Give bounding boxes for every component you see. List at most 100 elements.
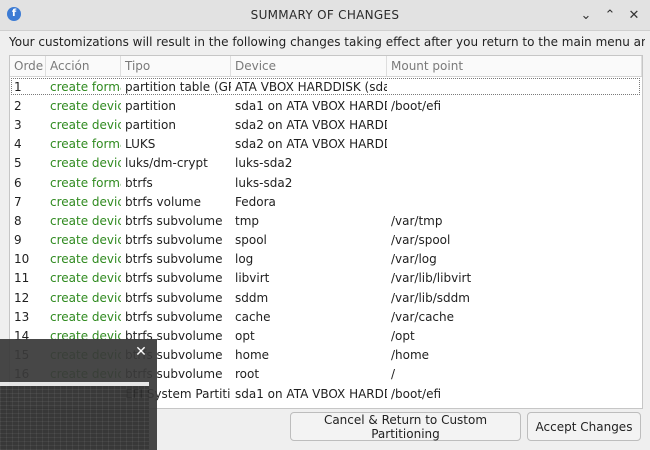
table-row[interactable]: 9 create device btrfs subvolume spool/var/s… — [10, 231, 642, 250]
screenshot-thumbnail[interactable] — [0, 382, 149, 450]
window-controls: ⌄ ⌃ ✕ — [576, 5, 644, 25]
cell-action: create device — [50, 309, 121, 324]
cell-device: sda1 on ATA VBOX HARDDISK — [235, 386, 387, 401]
cell-order: 11 — [14, 271, 30, 286]
cell-order: 2 — [14, 98, 22, 113]
cell-device: libvirt — [235, 271, 270, 286]
cell-action: create device — [50, 290, 121, 305]
cell-device: cache — [235, 309, 271, 324]
cell-device: sda2 on ATA VBOX HARDDISK — [235, 117, 387, 132]
cell-mount-point: /boot/efi — [391, 98, 442, 113]
cell-action: create device — [50, 213, 121, 228]
cell-type: btrfs subvolume — [125, 213, 223, 228]
table-row[interactable]: 10 create device btrfs subvolume log/var/lo… — [10, 250, 642, 269]
cell-mount-point: /var/lib/sddm — [391, 290, 470, 305]
cell-action: create device — [50, 117, 121, 132]
table-row[interactable]: 3 create device partition sda2 on ATA VBOX … — [10, 115, 642, 134]
column-header-mount-point[interactable]: Mount point — [387, 56, 642, 76]
column-header-action[interactable]: Acción — [46, 56, 121, 76]
cell-type: btrfs subvolume — [125, 309, 223, 324]
cell-action: create device — [50, 156, 121, 171]
summary-message: Your customizations will result in the f… — [9, 35, 645, 49]
table-row[interactable]: 2 create device partition sda1 on ATA VBOX … — [10, 96, 642, 115]
cell-mount-point: /home — [391, 348, 430, 363]
column-header-order[interactable]: Orde — [10, 56, 46, 76]
cancel-return-button[interactable]: Cancel & Return to Custom Partitioning — [290, 412, 521, 441]
table-row[interactable]: 11 create device btrfs subvolume libvirt/va… — [10, 269, 642, 288]
thumbnail-titlebar — [0, 382, 149, 386]
cell-mount-point: /var/lib/libvirt — [391, 271, 472, 286]
cell-action: create device — [50, 252, 121, 267]
cell-mount-point: /boot/efi — [391, 386, 442, 401]
table-header: Orde Acción Tipo Device Mount point — [10, 56, 642, 77]
chevron-down-icon[interactable]: ⌄ — [576, 5, 596, 25]
cell-mount-point: /opt — [391, 329, 415, 344]
table-row[interactable]: 7 create device btrfs volume Fedora — [10, 192, 642, 211]
table-row[interactable]: 8 create device btrfs subvolume tmp/var/tmp — [10, 211, 642, 230]
table-row[interactable]: 4 create format LUKS sda2 on ATA VBOX HARDD… — [10, 135, 642, 154]
cell-action: create format — [50, 175, 121, 190]
cell-device: sddm — [235, 290, 269, 305]
cell-order: 10 — [14, 252, 30, 267]
cell-mount-point: /var/tmp — [391, 213, 443, 228]
cell-mount-point: / — [391, 367, 396, 382]
cell-type: btrfs subvolume — [125, 233, 223, 248]
cell-order: 12 — [14, 290, 30, 305]
cell-action: create format — [50, 79, 121, 94]
table-row[interactable]: 5 create device luks/dm-crypt luks-sda2 — [10, 154, 642, 173]
cell-type: luks/dm-crypt — [125, 156, 208, 171]
cell-type: btrfs subvolume — [125, 271, 223, 286]
column-header-type[interactable]: Tipo — [121, 56, 231, 76]
cell-device: spool — [235, 233, 267, 248]
cell-type: btrfs subvolume — [125, 290, 223, 305]
cell-device: home — [235, 348, 270, 363]
cell-type: LUKS — [125, 137, 156, 152]
window-title: SUMMARY OF CHANGES — [250, 8, 400, 22]
cell-type: btrfs subvolume — [125, 252, 223, 267]
cell-device: ATA VBOX HARDDISK (sda) — [235, 79, 387, 94]
cell-device: root — [235, 367, 260, 382]
accept-changes-button[interactable]: Accept Changes — [527, 412, 641, 441]
cell-mount-point: /var/log — [391, 252, 437, 267]
cell-device: tmp — [235, 213, 260, 228]
cell-action: create format — [50, 137, 121, 152]
cell-device: sda2 on ATA VBOX HARDDISK — [235, 137, 387, 152]
cell-device: sda1 on ATA VBOX HARDDISK — [235, 98, 387, 113]
cell-order: 1 — [14, 79, 22, 94]
cell-order: 5 — [14, 156, 22, 171]
close-icon[interactable]: ✕ — [133, 344, 149, 360]
cell-order: 4 — [14, 137, 22, 152]
cell-order: 6 — [14, 175, 22, 190]
cell-mount-point: /var/spool — [391, 233, 451, 248]
cell-order: 13 — [14, 309, 30, 324]
title-bar: f SUMMARY OF CHANGES ⌄ ⌃ ✕ — [0, 0, 650, 31]
cell-device: Fedora — [235, 194, 276, 209]
preview-overlay: ✕ — [0, 339, 157, 450]
cell-type: partition table (GPT) — [125, 79, 231, 94]
cell-type: btrfs — [125, 175, 153, 190]
cell-device: log — [235, 252, 254, 267]
cell-action: create device — [50, 98, 121, 113]
cell-device: luks-sda2 — [235, 156, 293, 171]
cell-type: btrfs volume — [125, 194, 202, 209]
table-row[interactable]: 1 create format partition table (GPT) ATA V… — [10, 77, 642, 96]
cell-order: 3 — [14, 117, 22, 132]
cell-device: luks-sda2 — [235, 175, 293, 190]
cell-mount-point: /var/cache — [391, 309, 455, 324]
column-header-device[interactable]: Device — [231, 56, 387, 76]
app-icon: f — [7, 7, 21, 21]
cell-order: 8 — [14, 213, 22, 228]
close-icon[interactable]: ✕ — [624, 5, 644, 25]
table-row[interactable]: 13 create device btrfs subvolume cache/var/… — [10, 307, 642, 326]
cell-action: create device — [50, 271, 121, 286]
cell-order: 7 — [14, 194, 22, 209]
cell-type: partition — [125, 98, 176, 113]
table-row[interactable]: 6 create format btrfs luks-sda2 — [10, 173, 642, 192]
cell-type: partition — [125, 117, 176, 132]
table-row[interactable]: 12 create device btrfs subvolume sddm/var/l… — [10, 288, 642, 307]
cell-order: 9 — [14, 233, 22, 248]
chevron-up-icon[interactable]: ⌃ — [600, 5, 620, 25]
cell-action: create device — [50, 233, 121, 248]
cell-action: create device — [50, 194, 121, 209]
cell-device: opt — [235, 329, 255, 344]
